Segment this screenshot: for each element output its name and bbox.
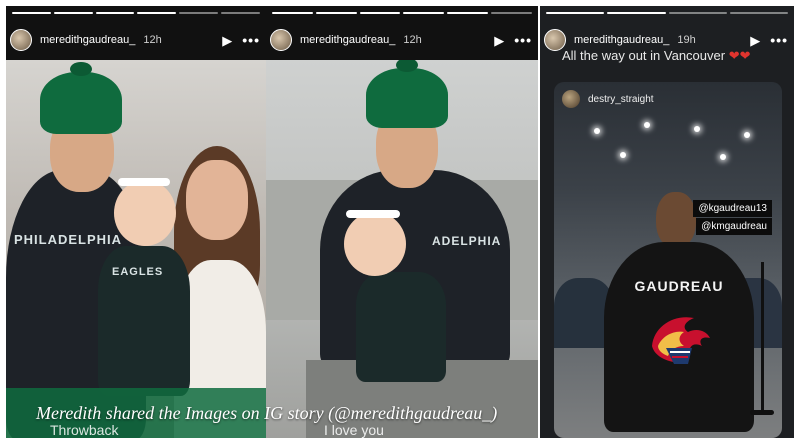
ceiling-light [694, 126, 700, 132]
caption-text: All the way out in Vancouver [562, 48, 726, 63]
ceiling-light [620, 152, 626, 158]
story-caption: All the way out in Vancouver ❤❤ [562, 48, 751, 64]
green-beanie [40, 62, 122, 134]
ceiling-light [744, 132, 750, 138]
story-photo: PHILADELPHIA EAGLES Throwback [6, 60, 266, 438]
more-options-icon[interactable]: ••• [242, 33, 260, 47]
play-icon[interactable]: ▶ [222, 34, 232, 47]
reposted-story-card[interactable]: destry_straight @kgaudreau13 @kmgaudreau… [554, 82, 782, 438]
hoodie-text: PHILADELPHIA [14, 232, 123, 247]
story-panel-1[interactable]: meredithgaudreau_ 12h ▶ ••• PHILADELPHIA… [6, 6, 266, 438]
ceiling-light [644, 122, 650, 128]
green-beanie [366, 60, 448, 128]
repost-header: destry_straight [562, 90, 654, 108]
heart-emoji: ❤❤ [728, 48, 751, 63]
play-icon[interactable]: ▶ [750, 34, 760, 47]
progress-segment [447, 12, 489, 14]
article-image-caption: Meredith shared the Images on IG story (… [36, 403, 498, 423]
baby-headband [118, 178, 170, 186]
story-panel-2[interactable]: meredithgaudreau_ 12h ▶ ••• ADELPHIA I l… [266, 6, 538, 438]
progress-segment [137, 12, 177, 14]
baby-onesie [356, 272, 446, 382]
story-progress-bar [12, 12, 260, 14]
ceiling-light [594, 128, 600, 134]
timestamp: 12h [403, 34, 422, 46]
story-progress-bar [272, 12, 532, 14]
story-progress-bar [546, 12, 788, 14]
baby-onesie: EAGLES [98, 246, 190, 396]
avatar[interactable] [270, 29, 292, 51]
story-header: meredithgaudreau_ 12h ▶ ••• [270, 20, 532, 60]
flames-jacket: GAUDREAU [604, 242, 754, 432]
username[interactable]: meredithgaudreau_ [40, 34, 135, 46]
progress-segment [12, 12, 51, 14]
person-head [656, 192, 696, 248]
progress-segment [221, 12, 260, 14]
hoodie-text: ADELPHIA [432, 234, 502, 248]
ceiling-light [720, 154, 726, 160]
flames-logo-icon [652, 317, 710, 364]
progress-segment [179, 12, 219, 14]
progress-segment [403, 12, 445, 14]
stanchion-pole [761, 262, 764, 412]
progress-segment [607, 12, 666, 14]
progress-segment [315, 12, 357, 14]
username[interactable]: meredithgaudreau_ [574, 34, 669, 46]
progress-segment [53, 12, 93, 14]
repost-username[interactable]: destry_straight [588, 94, 654, 105]
baby-headband [346, 210, 400, 218]
news-image-collage: meredithgaudreau_ 12h ▶ ••• PHILADELPHIA… [0, 0, 800, 444]
jacket-name: GAUDREAU [634, 278, 724, 294]
progress-segment [359, 12, 401, 14]
mention-tag[interactable]: @kgaudreau13 [693, 200, 772, 217]
timestamp: 19h [677, 34, 696, 46]
avatar[interactable] [10, 29, 32, 51]
avatar[interactable] [562, 90, 580, 108]
progress-segment [668, 12, 727, 14]
story-text-overlay: I love you [324, 422, 384, 438]
story-panel-3[interactable]: meredithgaudreau_ 19h ▶ ••• All the way … [540, 6, 794, 438]
more-options-icon[interactable]: ••• [770, 33, 788, 47]
timestamp: 12h [143, 34, 162, 46]
stanchion-base [750, 410, 774, 415]
progress-segment [272, 12, 313, 14]
progress-segment [95, 12, 135, 14]
more-options-icon[interactable]: ••• [514, 33, 532, 47]
woman-face [186, 160, 248, 240]
onesie-text: EAGLES [112, 266, 164, 278]
progress-segment [491, 12, 532, 14]
story-header: meredithgaudreau_ 12h ▶ ••• [10, 20, 260, 60]
story-photo: ADELPHIA I love you [266, 60, 538, 438]
mention-tag[interactable]: @kmgaudreau [696, 218, 772, 235]
play-icon[interactable]: ▶ [494, 34, 504, 47]
baby-face [344, 212, 406, 276]
progress-segment [729, 12, 788, 14]
username[interactable]: meredithgaudreau_ [300, 34, 395, 46]
baby-face [114, 180, 176, 246]
progress-segment [546, 12, 605, 14]
story-text-overlay: Throwback [50, 422, 119, 438]
